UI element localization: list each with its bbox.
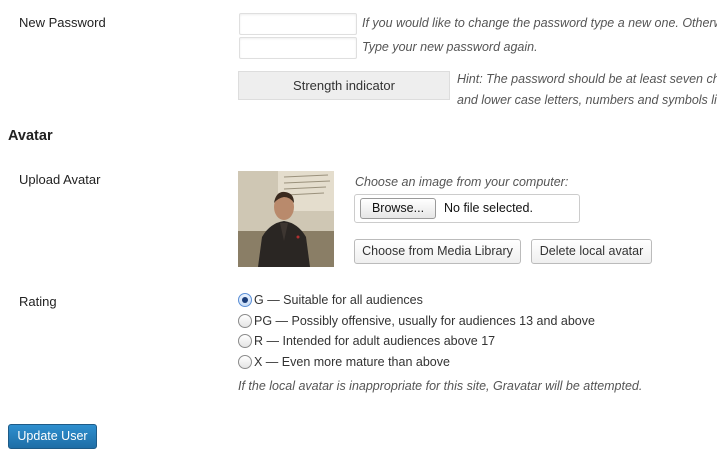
avatar-section-title: Avatar bbox=[8, 128, 53, 144]
rating-label: Rating bbox=[19, 294, 57, 309]
rating-option-label: PG — Possibly offensive, usually for aud… bbox=[254, 314, 595, 328]
rating-option-pg[interactable]: PG — Possibly offensive, usually for aud… bbox=[238, 314, 595, 332]
new-password-input[interactable] bbox=[239, 13, 357, 35]
file-input[interactable]: Browse... No file selected. bbox=[354, 194, 580, 223]
radio-button-checked[interactable] bbox=[238, 293, 252, 307]
radio-button[interactable] bbox=[238, 334, 252, 348]
upload-avatar-label: Upload Avatar bbox=[19, 172, 101, 187]
update-user-button[interactable]: Update User bbox=[8, 424, 97, 449]
strength-hint-line-2: and lower case letters, numbers and symb… bbox=[457, 93, 717, 107]
new-password-label: New Password bbox=[19, 15, 106, 30]
radio-button[interactable] bbox=[238, 355, 252, 369]
choose-from-media-library-button[interactable]: Choose from Media Library bbox=[354, 239, 521, 264]
avatar-image bbox=[238, 171, 334, 267]
confirm-password-hint: Type your new password again. bbox=[362, 40, 538, 54]
confirm-password-input[interactable] bbox=[239, 37, 357, 59]
rating-option-x[interactable]: X — Even more mature than above bbox=[238, 355, 450, 373]
rating-option-r[interactable]: R — Intended for adult audiences above 1… bbox=[238, 334, 495, 352]
delete-local-avatar-button[interactable]: Delete local avatar bbox=[531, 239, 652, 264]
choose-image-text: Choose an image from your computer: bbox=[355, 175, 569, 189]
profile-form: New Password If you would like to change… bbox=[0, 0, 717, 464]
strength-hint-line-1: Hint: The password should be at least se… bbox=[457, 72, 717, 86]
gravatar-note: If the local avatar is inappropriate for… bbox=[238, 379, 643, 393]
rating-option-g[interactable]: G — Suitable for all audiences bbox=[238, 293, 423, 311]
new-password-hint: If you would like to change the password… bbox=[362, 16, 717, 30]
radio-button[interactable] bbox=[238, 314, 252, 328]
rating-option-label: X — Even more mature than above bbox=[254, 355, 450, 369]
browse-button[interactable]: Browse... bbox=[360, 198, 436, 219]
rating-option-label: R — Intended for adult audiences above 1… bbox=[254, 334, 496, 348]
avatar-photo bbox=[238, 171, 334, 267]
rating-option-label: G — Suitable for all audiences bbox=[254, 293, 423, 307]
file-status: No file selected. bbox=[444, 201, 533, 215]
strength-indicator: Strength indicator bbox=[238, 71, 450, 100]
